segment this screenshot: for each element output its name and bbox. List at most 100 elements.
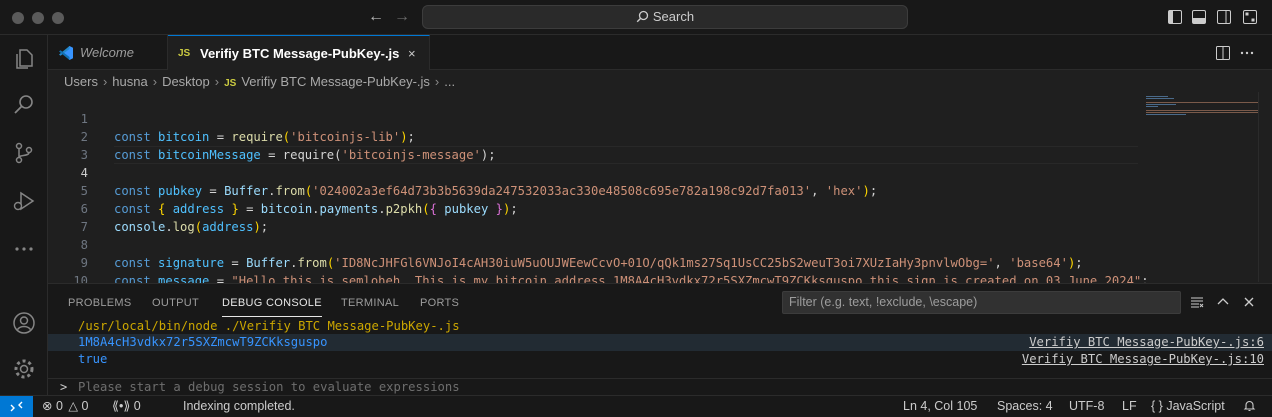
line-text: const bitcoin = require('bitcoinjs-lib')… [114, 130, 415, 144]
source-control-icon[interactable] [12, 141, 36, 165]
ports-status[interactable]: ⟪•⟫ 0 [112, 396, 141, 417]
code-line[interactable]: 4 const pubkey = Buffer.from('024002a3ef… [48, 146, 878, 198]
split-editor-icon[interactable] [1216, 46, 1230, 60]
cursor-position[interactable]: Ln 4, Col 105 [903, 396, 977, 417]
braces-icon: { } [1151, 399, 1163, 413]
encoding-status[interactable]: UTF-8 [1069, 396, 1104, 417]
console-source-link[interactable]: Verifiy BTC Message-PubKey-.js:6 [1029, 334, 1264, 351]
remote-icon [10, 401, 23, 412]
code-line[interactable]: 9 const message = "Hello this is semlohe… [48, 236, 1149, 288]
chevron-right-icon: > [60, 380, 68, 394]
breadcrumb-file[interactable]: Verifiy BTC Message-PubKey-.js [241, 74, 430, 89]
javascript-file-icon: JS [224, 78, 237, 89]
tab-welcome-label: Welcome [80, 45, 134, 60]
problems-status[interactable]: ⊗ 0 △ 0 [42, 396, 88, 417]
close-panel-icon[interactable] [1242, 295, 1256, 309]
more-actions-icon[interactable] [1240, 46, 1254, 60]
search-label: Search [652, 9, 695, 24]
repl-placeholder: Please start a debug session to evaluate… [78, 380, 460, 394]
maximize-window-button[interactable] [52, 12, 64, 24]
remote-indicator[interactable] [0, 396, 33, 417]
tab-verifiy-btc-message[interactable]: JS Verifiy BTC Message-PubKey-.js × [168, 35, 430, 70]
console-line: 1M8A4cH3vdkx72r5SXZmcwT9ZCKksguspo [78, 335, 328, 349]
ports-count: 0 [133, 399, 141, 413]
close-window-button[interactable] [12, 12, 24, 24]
code-line[interactable]: 2 const bitcoinMessage = require('bitcoi… [48, 110, 496, 162]
chevron-right-icon: › [214, 74, 220, 89]
toggle-panel-icon[interactable] [1192, 10, 1206, 24]
bottom-panel: PROBLEMS OUTPUT DEBUG CONSOLE TERMINAL P… [48, 283, 1272, 395]
line-text: const bitcoinMessage = require('bitcoinj… [114, 148, 496, 162]
code-line[interactable]: 10 console.log(bitcoinMessage.verify(mes… [48, 254, 583, 306]
console-source-link[interactable]: Verifiy BTC Message-PubKey-.js:10 [1022, 351, 1264, 368]
minimap[interactable] [1138, 92, 1258, 282]
search-icon [636, 10, 649, 23]
status-message: Indexing completed. [183, 399, 295, 413]
eol-status[interactable]: LF [1122, 396, 1137, 417]
status-bar: ⊗ 0 △ 0 ⟪•⟫ 0 Indexing completed. Ln 4, … [0, 395, 1272, 417]
language-label: JavaScript [1166, 399, 1225, 413]
minimize-window-button[interactable] [32, 12, 44, 24]
notifications-bell-icon[interactable] [1243, 396, 1256, 417]
code-line[interactable]: 1 const bitcoin = require('bitcoinjs-lib… [48, 92, 415, 144]
tab-ports[interactable]: PORTS [420, 294, 459, 316]
close-tab-icon[interactable]: × [408, 36, 416, 71]
tab-problems[interactable]: PROBLEMS [68, 294, 132, 316]
code-line[interactable]: 3 [48, 128, 88, 162]
line-text: const signature = Buffer.from('ID8NcJHFG… [114, 256, 1083, 270]
run-and-debug-icon[interactable] [12, 189, 36, 213]
javascript-file-icon: JS [178, 48, 191, 59]
code-line[interactable]: 5 const { address } = bitcoin.payments.p… [48, 164, 518, 216]
indentation-status[interactable]: Spaces: 4 [997, 396, 1053, 417]
command-center-search[interactable]: Search [422, 5, 908, 29]
code-line[interactable]: 6 console.log(address); [48, 182, 268, 234]
broadcast-icon: ⟪•⟫ [112, 399, 131, 413]
clear-console-icon[interactable] [1190, 295, 1204, 309]
breadcrumb-symbols[interactable]: ... [444, 74, 455, 89]
chevron-right-icon: › [434, 74, 440, 89]
line-text: const { address } = bitcoin.payments.p2p… [114, 202, 518, 216]
code-editor[interactable]: 1 const bitcoin = require('bitcoinjs-lib… [48, 92, 1149, 306]
debug-console-filter-input[interactable]: Filter (e.g. text, !exclude, \escape) [782, 291, 1181, 314]
tab-active-label: Verifiy BTC Message-PubKey-.js [200, 46, 400, 61]
title-bar: ← → Search [0, 0, 1272, 35]
activity-bar [0, 35, 48, 395]
debug-repl-input[interactable]: > Please start a debug session to evalua… [48, 378, 1272, 396]
tab-welcome[interactable]: Welcome [48, 35, 168, 70]
line-text: console.log(address); [114, 220, 269, 234]
error-count: 0 [55, 399, 63, 413]
breadcrumb: Users › husna › Desktop › JS Verifiy BTC Messag… [64, 72, 455, 92]
breadcrumb-users[interactable]: Users [64, 74, 98, 89]
customize-layout-icon[interactable] [1243, 10, 1257, 24]
warning-count: 0 [81, 399, 89, 413]
tab-output[interactable]: OUTPUT [152, 294, 199, 316]
maximize-panel-chevron-up-icon[interactable] [1216, 295, 1230, 309]
minimap-preview [1146, 96, 1258, 115]
editor-vertical-scrollbar[interactable] [1258, 92, 1272, 282]
console-line: true [78, 352, 108, 366]
code-line[interactable]: 8 const signature = Buffer.from('ID8NcJH… [48, 218, 1083, 270]
account-icon[interactable] [12, 311, 36, 335]
code-line[interactable]: 7 [48, 200, 88, 234]
error-icon: ⊗ [42, 399, 53, 413]
breadcrumb-desktop[interactable]: Desktop [162, 74, 210, 89]
manage-gear-icon[interactable] [12, 357, 36, 381]
console-line: /usr/local/bin/node ./Verifiy BTC Messag… [78, 319, 460, 333]
forward-arrow-icon[interactable]: → [394, 8, 410, 26]
back-arrow-icon[interactable]: ← [368, 8, 384, 26]
line-text: const pubkey = Buffer.from('024002a3ef64… [114, 184, 878, 198]
toggle-primary-sidebar-icon[interactable] [1168, 10, 1182, 24]
tab-terminal[interactable]: TERMINAL [341, 294, 399, 316]
toggle-secondary-sidebar-icon[interactable] [1217, 10, 1231, 24]
search-icon[interactable] [12, 93, 36, 117]
tab-debug-console[interactable]: DEBUG CONSOLE [222, 294, 322, 317]
explorer-icon[interactable] [12, 47, 36, 71]
language-mode[interactable]: { } JavaScript [1151, 396, 1225, 417]
vscode-logo-icon [59, 46, 73, 60]
editor-tab-bar: Welcome JS Verifiy BTC Message-PubKey-.j… [48, 35, 1272, 70]
warning-icon: △ [68, 399, 79, 413]
breadcrumb-husna[interactable]: husna [112, 74, 147, 89]
chevron-right-icon: › [152, 74, 158, 89]
chevron-right-icon: › [102, 74, 108, 89]
more-views-icon[interactable] [12, 237, 36, 261]
